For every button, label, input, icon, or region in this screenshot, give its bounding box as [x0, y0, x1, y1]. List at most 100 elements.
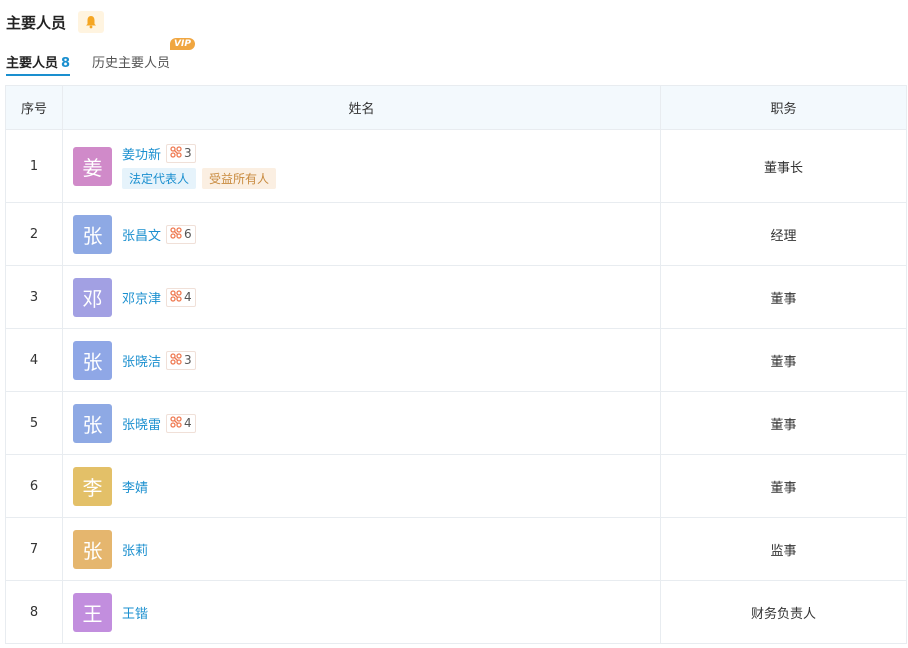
- role-cell: 经理: [660, 202, 907, 266]
- person-cell: 张张晓雷 4: [63, 403, 660, 443]
- relation-count-badge[interactable]: 6: [166, 224, 196, 244]
- name-cell: 张张晓雷 4: [62, 391, 661, 455]
- person-name-link[interactable]: 张晓洁: [122, 351, 161, 370]
- role-cell: 董事: [660, 454, 907, 518]
- tab-main-personnel[interactable]: 主要人员 8: [6, 52, 71, 76]
- person-info: 王锴: [122, 603, 148, 622]
- column-header-index: 序号: [5, 85, 63, 130]
- person-info: 张莉: [122, 540, 148, 559]
- relation-count: 6: [184, 227, 192, 241]
- relation-graph-icon: [170, 145, 184, 161]
- person-name-link[interactable]: 张晓雷: [122, 414, 161, 433]
- legal-representative-tag: 法定代表人: [122, 167, 197, 189]
- relation-graph-icon: [170, 226, 184, 242]
- person-name-link[interactable]: 王锴: [122, 603, 148, 622]
- avatar[interactable]: 邓: [73, 277, 112, 317]
- table-row: 3 邓邓京津 4 董事: [5, 265, 907, 329]
- role-cell: 董事: [660, 265, 907, 329]
- row-index: 3: [5, 265, 63, 329]
- role-cell: 董事: [660, 391, 907, 455]
- section-header: 主要人员: [6, 10, 105, 34]
- person-cell: 王王锴: [63, 592, 660, 632]
- relation-count: 4: [184, 290, 192, 304]
- table-row: 7 张张莉 监事: [5, 517, 907, 581]
- name-cell: 张张莉: [62, 517, 661, 581]
- name-cell: 姜姜功新 3 法定代表人 受益所有人: [62, 129, 661, 203]
- section-title: 主要人员: [6, 13, 67, 32]
- row-index: 2: [5, 202, 63, 266]
- person-cell: 张张昌文 6: [63, 214, 660, 254]
- role-cell: 董事: [660, 328, 907, 392]
- row-index: 8: [5, 580, 63, 644]
- row-index: 7: [5, 517, 63, 581]
- role-cell: 监事: [660, 517, 907, 581]
- personnel-table: 序号 姓名 职务 1 姜姜功新 3 法定代表人 受益所有人 董事长 2 张张昌文 6 经理 3 邓邓京…: [5, 85, 907, 644]
- role-tags: 法定代表人 受益所有人: [122, 167, 282, 189]
- avatar[interactable]: 张: [73, 403, 112, 443]
- avatar[interactable]: 张: [73, 214, 112, 254]
- relation-count: 3: [184, 146, 192, 160]
- tab-history-personnel[interactable]: 历史主要人员: [92, 52, 170, 71]
- name-line: 李婧: [122, 477, 148, 496]
- tab-main-label: 主要人员: [6, 56, 59, 71]
- name-line: 张晓洁 3: [122, 350, 196, 370]
- name-cell: 王王锴: [62, 580, 661, 644]
- name-line: 姜功新 3: [122, 143, 282, 163]
- avatar[interactable]: 王: [73, 592, 112, 632]
- relation-count-badge[interactable]: 3: [166, 143, 196, 163]
- person-name-link[interactable]: 张莉: [122, 540, 148, 559]
- name-line: 张晓雷 4: [122, 413, 196, 433]
- row-index: 4: [5, 328, 63, 392]
- name-cell: 邓邓京津 4: [62, 265, 661, 329]
- name-line: 王锴: [122, 603, 148, 622]
- table-row: 2 张张昌文 6 经理: [5, 202, 907, 266]
- person-cell: 李李婧: [63, 466, 660, 506]
- column-header-name: 姓名: [62, 85, 661, 130]
- row-index: 6: [5, 454, 63, 518]
- tab-active-underline: [6, 74, 71, 76]
- relation-count-badge[interactable]: 3: [166, 350, 196, 370]
- row-index: 1: [5, 129, 63, 203]
- table-row: 5 张张晓雷 4 董事: [5, 391, 907, 455]
- role-cell: 董事长: [660, 129, 907, 203]
- relation-count-badge[interactable]: 4: [166, 413, 196, 433]
- person-info: 姜功新 3 法定代表人 受益所有人: [122, 143, 282, 189]
- person-info: 张晓雷 4: [122, 413, 196, 433]
- person-name-link[interactable]: 邓京津: [122, 288, 161, 307]
- relation-count: 3: [184, 353, 192, 367]
- relation-graph-icon: [170, 289, 184, 305]
- name-line: 邓京津 4: [122, 287, 196, 307]
- table-row: 8 王王锴 财务负责人: [5, 580, 907, 644]
- person-cell: 张张莉: [63, 529, 660, 569]
- relation-count-badge[interactable]: 4: [166, 287, 196, 307]
- person-name-link[interactable]: 李婧: [122, 477, 148, 496]
- table-row: 1 姜姜功新 3 法定代表人 受益所有人 董事长: [5, 129, 907, 203]
- name-line: 张昌文 6: [122, 224, 196, 244]
- person-cell: 邓邓京津 4: [63, 277, 660, 317]
- person-name-link[interactable]: 张昌文: [122, 225, 161, 244]
- person-info: 邓京津 4: [122, 287, 196, 307]
- tab-history-label: 历史主要人员: [92, 56, 171, 71]
- person-info: 张晓洁 3: [122, 350, 196, 370]
- avatar[interactable]: 张: [73, 529, 112, 569]
- person-name-link[interactable]: 姜功新: [122, 144, 161, 163]
- name-cell: 李李婧: [62, 454, 661, 518]
- table-row: 6 李李婧 董事: [5, 454, 907, 518]
- avatar[interactable]: 张: [73, 340, 112, 380]
- avatar[interactable]: 姜: [73, 146, 112, 186]
- person-cell: 张张晓洁 3: [63, 340, 660, 380]
- beneficial-owner-tag: 受益所有人: [202, 167, 277, 189]
- relation-graph-icon: [170, 352, 184, 368]
- person-info: 李婧: [122, 477, 148, 496]
- name-line: 张莉: [122, 540, 148, 559]
- bell-icon[interactable]: [78, 11, 105, 33]
- name-cell: 张张晓洁 3: [62, 328, 661, 392]
- avatar[interactable]: 李: [73, 466, 112, 506]
- vip-badge: VIP: [170, 38, 195, 50]
- table-body: 1 姜姜功新 3 法定代表人 受益所有人 董事长 2 张张昌文 6 经理 3 邓邓京津 4 董事 4 张张晓洁…: [5, 129, 907, 644]
- person-cell: 姜姜功新 3 法定代表人 受益所有人: [63, 143, 660, 189]
- row-index: 5: [5, 391, 63, 455]
- relation-count: 4: [184, 416, 192, 430]
- column-header-role: 职务: [660, 85, 907, 130]
- name-cell: 张张昌文 6: [62, 202, 661, 266]
